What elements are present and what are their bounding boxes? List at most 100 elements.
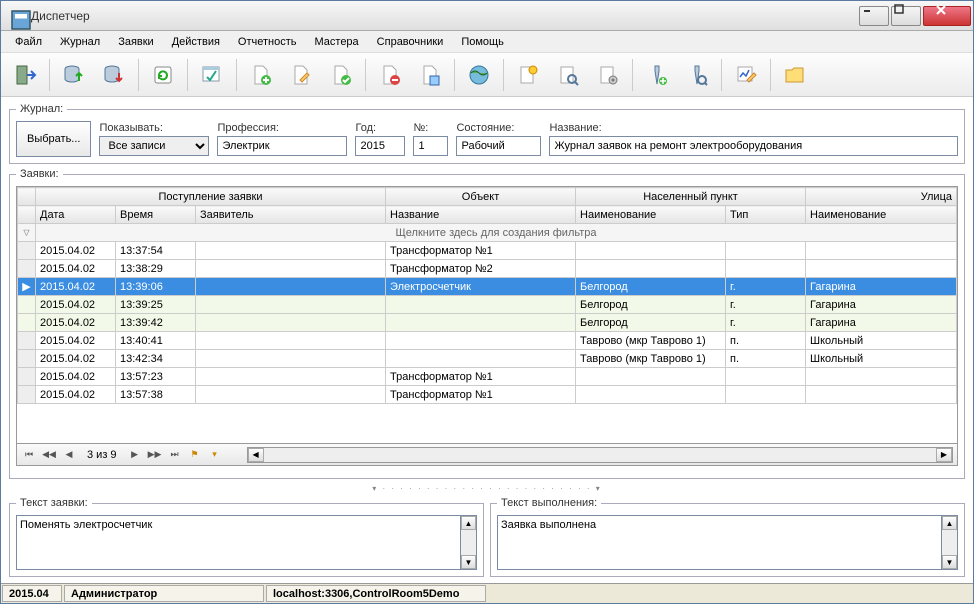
cell-objname[interactable] [386, 296, 576, 314]
cell-objname[interactable] [386, 314, 576, 332]
cell-type[interactable]: п. [726, 350, 806, 368]
cell-objname[interactable] [386, 350, 576, 368]
cell-time[interactable]: 13:39:25 [116, 296, 196, 314]
cell-applicant[interactable] [196, 350, 386, 368]
filter-hint[interactable]: Щелкните здесь для создания фильтра [36, 224, 957, 242]
cell-applicant[interactable] [196, 278, 386, 296]
scroll-down-icon[interactable]: ▼ [461, 555, 476, 569]
col-locname[interactable]: Наименование [576, 206, 726, 224]
cell-objname[interactable]: Электросчетчик [386, 278, 576, 296]
col-date[interactable]: Дата [36, 206, 116, 224]
col-time[interactable]: Время [116, 206, 196, 224]
scroll-left-icon[interactable]: ◀ [248, 448, 264, 462]
cell-applicant[interactable] [196, 332, 386, 350]
page-sun-icon[interactable] [510, 57, 546, 93]
cell-date[interactable]: 2015.04.02 [36, 278, 116, 296]
refresh-icon[interactable] [145, 57, 181, 93]
cell-street[interactable] [806, 386, 957, 404]
table-row[interactable]: 2015.04.0213:42:34Таврово (мкр Таврово 1… [18, 350, 957, 368]
cell-date[interactable]: 2015.04.02 [36, 260, 116, 278]
db-down-icon[interactable] [96, 57, 132, 93]
scroll-up-icon[interactable]: ▲ [461, 516, 476, 530]
cell-applicant[interactable] [196, 314, 386, 332]
minimize-button[interactable] [859, 6, 889, 26]
cell-type[interactable]: г. [726, 296, 806, 314]
cell-locname[interactable] [576, 260, 726, 278]
filter-toggle-icon[interactable]: ▽ [18, 224, 36, 242]
cell-objname[interactable] [386, 332, 576, 350]
exit-icon[interactable] [7, 57, 43, 93]
cell-applicant[interactable] [196, 296, 386, 314]
cell-street[interactable] [806, 242, 957, 260]
cell-date[interactable]: 2015.04.02 [36, 368, 116, 386]
nav-prev-icon[interactable]: ◀ [61, 447, 77, 463]
cell-locname[interactable] [576, 386, 726, 404]
menu-refs[interactable]: Справочники [369, 33, 452, 51]
cell-type[interactable]: г. [726, 314, 806, 332]
cell-date[interactable]: 2015.04.02 [36, 314, 116, 332]
table-row[interactable]: ▶2015.04.0213:39:06ЭлектросчетчикБелгоро… [18, 278, 957, 296]
no-input[interactable] [413, 136, 448, 156]
table-row[interactable]: 2015.04.0213:37:54 Трансформатор №1 [18, 242, 957, 260]
cell-objname[interactable]: Трансформатор №1 [386, 242, 576, 260]
cell-type[interactable] [726, 368, 806, 386]
menu-masters[interactable]: Мастера [307, 33, 367, 51]
table-row[interactable]: 2015.04.0213:40:41Таврово (мкр Таврово 1… [18, 332, 957, 350]
cell-objname[interactable]: Трансформатор №2 [386, 260, 576, 278]
nav-first-icon[interactable]: ⏮ [21, 447, 37, 463]
state-input[interactable] [456, 136, 541, 156]
nav-bookmark-icon[interactable]: ⚑ [187, 447, 203, 463]
nav-last-icon[interactable]: ⏭ [167, 447, 183, 463]
col-group-arrival[interactable]: Поступление заявки [36, 188, 386, 206]
request-text-area[interactable]: Поменять электросчетчик [16, 515, 461, 570]
col-group-locality[interactable]: Населенный пункт [576, 188, 806, 206]
cell-date[interactable]: 2015.04.02 [36, 350, 116, 368]
cell-applicant[interactable] [196, 386, 386, 404]
folder-icon[interactable] [777, 57, 813, 93]
table-row[interactable]: 2015.04.0213:57:38Трансформатор №1 [18, 386, 957, 404]
col-street[interactable]: Наименование [806, 206, 957, 224]
cell-date[interactable]: 2015.04.02 [36, 296, 116, 314]
cell-time[interactable]: 13:57:23 [116, 368, 196, 386]
menu-requests[interactable]: Заявки [110, 33, 162, 51]
cell-locname[interactable]: Таврово (мкр Таврово 1) [576, 350, 726, 368]
note-check-icon[interactable] [194, 57, 230, 93]
memo-scrollbar[interactable]: ▲ ▼ [461, 515, 477, 570]
page-config-icon[interactable] [590, 57, 626, 93]
table-row[interactable]: 2015.04.0213:38:29 Трансформатор №2 [18, 260, 957, 278]
cell-applicant[interactable] [196, 260, 386, 278]
cell-time[interactable]: 13:38:29 [116, 260, 196, 278]
cell-locname[interactable]: Белгород [576, 296, 726, 314]
menu-actions[interactable]: Действия [164, 33, 228, 51]
col-group-object[interactable]: Объект [386, 188, 576, 206]
year-input[interactable] [355, 136, 405, 156]
cell-type[interactable]: п. [726, 332, 806, 350]
requests-grid[interactable]: Поступление заявки Объект Населенный пун… [16, 186, 958, 444]
cell-street[interactable] [806, 368, 957, 386]
table-row[interactable]: 2015.04.0213:57:23Трансформатор №1 [18, 368, 957, 386]
page-find-icon[interactable] [550, 57, 586, 93]
cell-locname[interactable] [576, 368, 726, 386]
globe-icon[interactable] [461, 57, 497, 93]
menu-file[interactable]: Файл [7, 33, 50, 51]
cell-street[interactable] [806, 260, 957, 278]
cell-date[interactable]: 2015.04.02 [36, 242, 116, 260]
cell-locname[interactable]: Белгород [576, 278, 726, 296]
cell-street[interactable]: Школьный [806, 350, 957, 368]
memo-scrollbar[interactable]: ▲ ▼ [942, 515, 958, 570]
menu-help[interactable]: Помощь [453, 33, 512, 51]
scroll-right-icon[interactable]: ▶ [936, 448, 952, 462]
cell-time[interactable]: 13:37:54 [116, 242, 196, 260]
name-input[interactable] [549, 136, 958, 156]
cell-locname[interactable] [576, 242, 726, 260]
col-applicant[interactable]: Заявитель [196, 206, 386, 224]
nav-next-icon[interactable]: ▶ [127, 447, 143, 463]
cell-type[interactable] [726, 386, 806, 404]
col-objname[interactable]: Название [386, 206, 576, 224]
select-button[interactable]: Выбрать... [16, 121, 91, 157]
nav-filter-icon[interactable]: ▾ [207, 447, 223, 463]
show-select[interactable]: Все записи [99, 136, 209, 156]
splitter[interactable]: ▾ · · · · · · · · · · · · · · · · · · · … [9, 483, 965, 493]
menu-reports[interactable]: Отчетность [230, 33, 305, 51]
doc-copy-icon[interactable] [412, 57, 448, 93]
